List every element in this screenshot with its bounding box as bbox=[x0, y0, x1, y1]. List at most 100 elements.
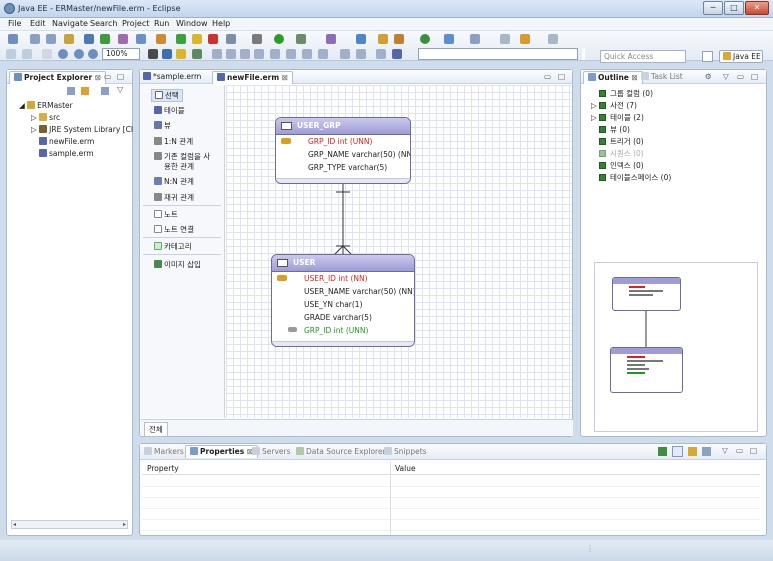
relation-icon[interactable] bbox=[176, 49, 186, 59]
outline-item-indexes[interactable]: 인덱스 (0) bbox=[599, 160, 644, 171]
menu-run[interactable]: Run bbox=[154, 19, 169, 28]
column-user-id[interactable]: USER_ID int (NN) bbox=[304, 274, 368, 283]
outline-menu-icon[interactable]: ⚙ bbox=[705, 72, 712, 81]
palette-table[interactable]: 테이블 bbox=[154, 105, 185, 116]
view-menu-icon[interactable] bbox=[101, 87, 109, 95]
pin-icon[interactable] bbox=[658, 447, 667, 456]
horizontal-scrollbar[interactable]: ◂ ▸ bbox=[11, 520, 128, 529]
match-height-icon[interactable] bbox=[318, 49, 328, 59]
palette-insert-image[interactable]: 이미지 삽입 bbox=[154, 259, 201, 270]
menu-window[interactable]: Window bbox=[176, 19, 208, 28]
pencil-icon[interactable] bbox=[394, 34, 404, 44]
minimize-button[interactable]: ─ bbox=[703, 1, 723, 15]
menu-navigate[interactable]: Navigate bbox=[52, 19, 88, 28]
nav-icon[interactable] bbox=[548, 34, 558, 44]
outline-item-views[interactable]: 뷰 (0) bbox=[599, 124, 630, 135]
undo-icon[interactable] bbox=[6, 49, 16, 59]
annotation-icon[interactable] bbox=[470, 34, 480, 44]
distribute-v-icon[interactable] bbox=[356, 49, 366, 59]
close-tab-icon[interactable]: ⊠ bbox=[632, 73, 638, 82]
chevron-down-icon[interactable]: ▽ bbox=[117, 85, 123, 94]
palette-note-link[interactable]: 노트 연결 bbox=[154, 224, 194, 235]
debug-icon[interactable] bbox=[156, 34, 166, 44]
run-external-icon[interactable] bbox=[296, 34, 306, 44]
minimize-view-icon[interactable]: ▭ bbox=[736, 446, 743, 455]
grid-icon[interactable] bbox=[148, 49, 158, 59]
palette-category[interactable]: 카테고리 bbox=[154, 241, 192, 252]
layout-icon[interactable] bbox=[100, 34, 110, 44]
align-left-icon[interactable] bbox=[212, 49, 222, 59]
color-icon[interactable] bbox=[192, 49, 202, 59]
column-user-name[interactable]: USER_NAME varchar(50) (NN) bbox=[304, 287, 414, 296]
print-icon[interactable] bbox=[64, 34, 74, 44]
import-icon[interactable] bbox=[136, 34, 146, 44]
close-tab-icon[interactable]: ⊠ bbox=[95, 73, 101, 82]
tab-markers[interactable]: Markers bbox=[144, 447, 184, 456]
tab-sample-erm[interactable]: *sample.erm bbox=[143, 72, 201, 81]
tab-servers[interactable]: Servers bbox=[252, 447, 291, 456]
minimize-view-icon[interactable]: ▭ bbox=[104, 72, 111, 81]
cut-icon[interactable] bbox=[42, 49, 52, 59]
tree-item-src[interactable]: ▷ src bbox=[31, 113, 60, 122]
tab-outline[interactable]: Outline ⊠ bbox=[583, 71, 643, 84]
categories-icon[interactable] bbox=[672, 446, 683, 457]
minimize-view-icon[interactable]: ▭ bbox=[737, 72, 744, 81]
align-middle-icon[interactable] bbox=[270, 49, 280, 59]
menu-help[interactable]: Help bbox=[212, 19, 230, 28]
back-icon[interactable] bbox=[500, 34, 510, 44]
column-grade[interactable]: GRADE varchar(5) bbox=[304, 313, 372, 322]
column-value[interactable]: Value bbox=[395, 464, 416, 473]
maximize-view-icon[interactable]: □ bbox=[750, 446, 757, 455]
search-icon[interactable] bbox=[444, 34, 454, 44]
tree-item-sample[interactable]: sample.erm bbox=[39, 149, 94, 158]
palette-note[interactable]: 노트 bbox=[154, 209, 178, 220]
perspective-java-ee[interactable]: Java EE bbox=[719, 50, 763, 63]
link-editor-icon[interactable] bbox=[81, 87, 89, 95]
run-icon[interactable] bbox=[274, 34, 284, 44]
font-select[interactable] bbox=[418, 48, 578, 60]
tree-item-newfile[interactable]: newFile.erm bbox=[39, 137, 94, 146]
palette-view[interactable]: 뷰 bbox=[154, 120, 171, 131]
maximize-button[interactable]: □ bbox=[724, 1, 744, 15]
tab-all[interactable]: 전체 bbox=[144, 422, 168, 437]
advanced-icon[interactable] bbox=[688, 447, 697, 456]
tab-snippets[interactable]: Snippets bbox=[384, 447, 427, 456]
entity-user-grp[interactable]: USER_GRP GRP_ID int (UNN) GRP_NAME varch… bbox=[275, 117, 411, 184]
maximize-view-icon[interactable]: □ bbox=[558, 72, 565, 81]
palette-existing-column-relation-cont[interactable]: 용한 관계 bbox=[164, 161, 194, 172]
quick-access-input[interactable]: Quick Access bbox=[600, 50, 686, 63]
diagram-canvas[interactable]: USER_GRP GRP_ID int (UNN) GRP_NAME varch… bbox=[226, 85, 572, 418]
chevron-down-icon[interactable]: ▽ bbox=[722, 446, 728, 455]
column-grp-id-fk[interactable]: GRP_ID int (UNN) bbox=[304, 326, 368, 335]
maximize-view-icon[interactable]: □ bbox=[117, 72, 124, 81]
outline-item-group-columns[interactable]: 그룹 컬럼 (0) bbox=[599, 88, 653, 99]
distribute-icon[interactable] bbox=[340, 49, 350, 59]
step-icon[interactable] bbox=[226, 34, 236, 44]
maximize-view-icon[interactable]: □ bbox=[751, 72, 758, 81]
open-type-icon[interactable] bbox=[356, 34, 366, 44]
align-top-icon[interactable] bbox=[254, 49, 264, 59]
suspend-icon[interactable] bbox=[192, 34, 202, 44]
scroll-left-icon[interactable]: ◂ bbox=[13, 521, 16, 528]
outline-item-tablespaces[interactable]: 테이블스페이스 (0) bbox=[599, 172, 671, 183]
outline-item-sequences[interactable]: 시퀀스 (0) bbox=[599, 148, 644, 159]
redo-icon[interactable] bbox=[22, 49, 32, 59]
tab-task-list[interactable]: Task List bbox=[641, 72, 683, 81]
match-width-icon[interactable] bbox=[302, 49, 312, 59]
menu-project[interactable]: Project bbox=[122, 19, 149, 28]
folder-icon[interactable] bbox=[378, 34, 388, 44]
tab-project-explorer[interactable]: Project Explorer ⊠ bbox=[9, 71, 107, 84]
export-icon[interactable] bbox=[118, 34, 128, 44]
tab-properties[interactable]: Properties ⊠ bbox=[185, 445, 259, 458]
outline-item-tables[interactable]: ▷ 테이블 (2) bbox=[591, 112, 644, 123]
zoom-in-icon[interactable] bbox=[58, 49, 68, 59]
open-perspective-icon[interactable] bbox=[702, 51, 713, 62]
align-center-icon[interactable] bbox=[226, 49, 236, 59]
arrange-icon[interactable] bbox=[84, 34, 94, 44]
size-icon[interactable] bbox=[376, 49, 386, 59]
web-icon[interactable] bbox=[420, 34, 430, 44]
align-bottom-icon[interactable] bbox=[286, 49, 296, 59]
column-grp-name[interactable]: GRP_NAME varchar(50) (NN) bbox=[308, 150, 410, 159]
outline-item-dictionary[interactable]: ▷ 사전 (7) bbox=[591, 100, 637, 111]
align-right-icon[interactable] bbox=[240, 49, 250, 59]
